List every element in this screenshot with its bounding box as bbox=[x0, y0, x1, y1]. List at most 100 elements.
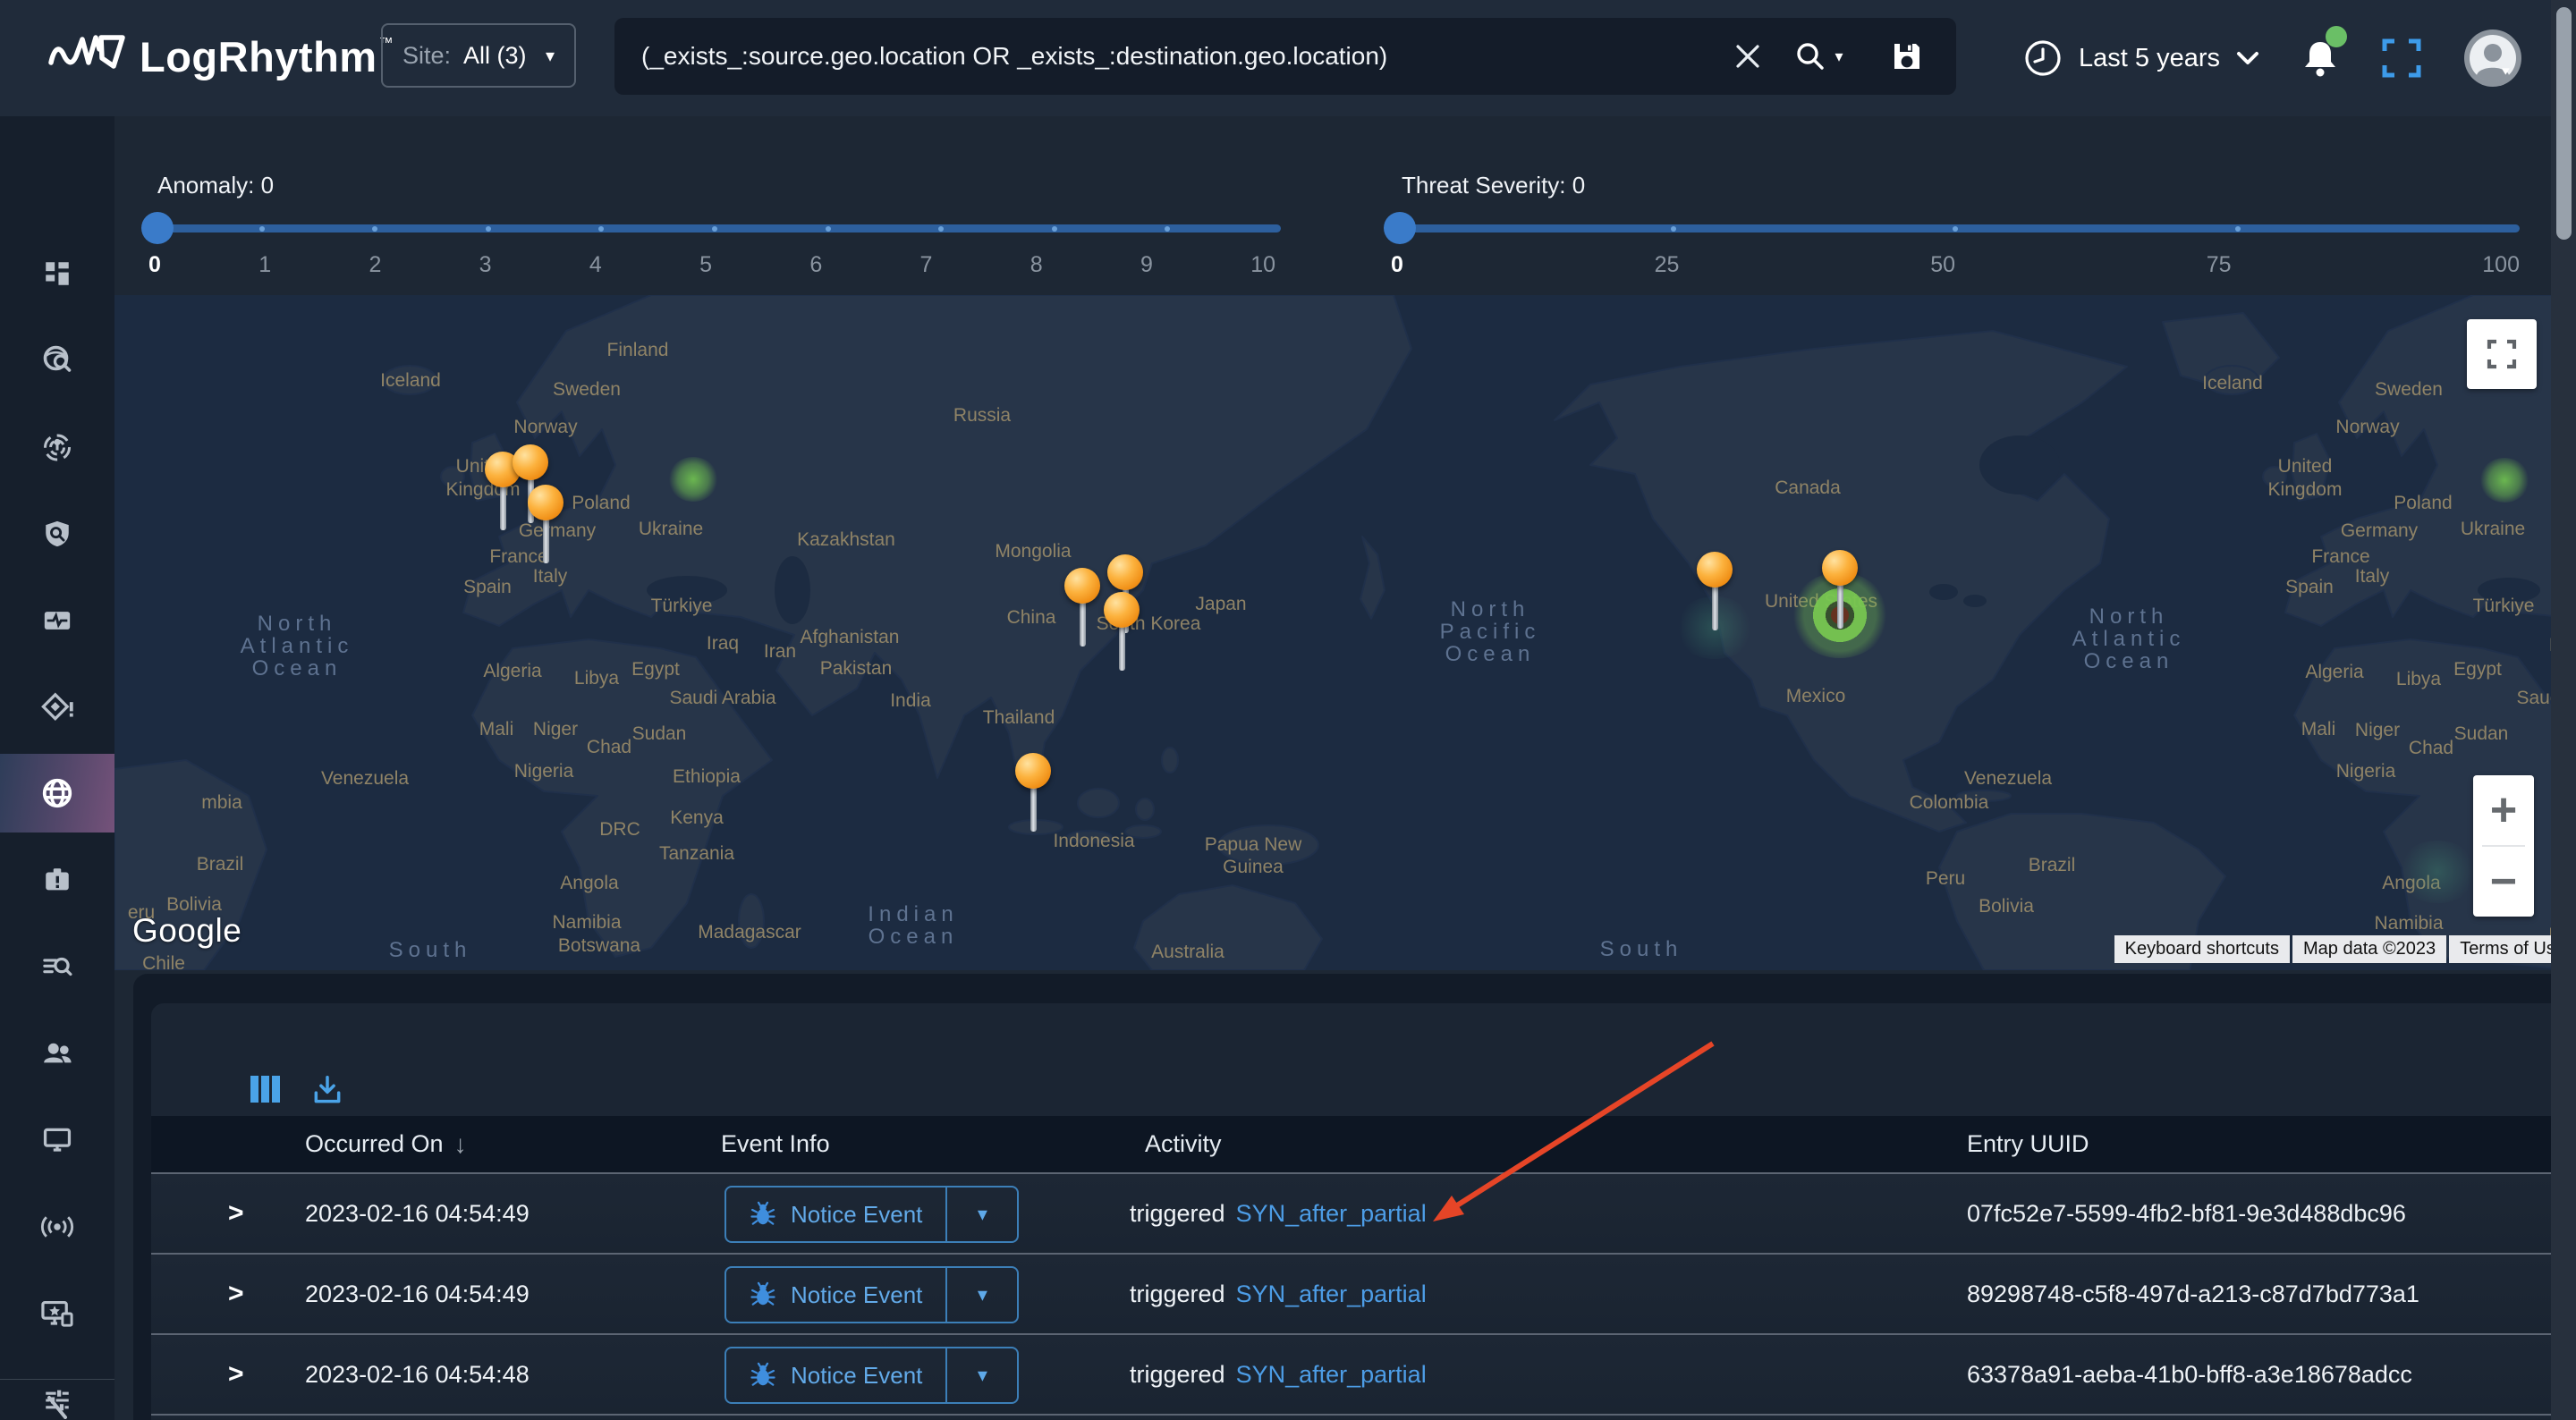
column-event-info[interactable]: Event Info bbox=[721, 1116, 830, 1172]
sidebar-item-log-search[interactable] bbox=[0, 927, 114, 1006]
logrhythm-logo: LogRhythm ™ bbox=[47, 27, 394, 88]
entry-uuid-value: 89298748-c5f8-497d-a213-c87d7bd773a1 bbox=[1967, 1255, 2419, 1333]
slider-tick-dot bbox=[1165, 226, 1170, 232]
sidebar-item-dashboards[interactable] bbox=[0, 234, 114, 313]
sidebar-item-threat-search[interactable] bbox=[0, 320, 114, 399]
pulse-card-icon bbox=[41, 605, 73, 636]
time-range-value: Last 5 years bbox=[2079, 44, 2220, 73]
case-alert-icon bbox=[42, 865, 72, 895]
clear-search-icon[interactable] bbox=[1716, 43, 1779, 70]
sidebar-item-health-card[interactable] bbox=[0, 581, 114, 660]
keyboard-shortcuts-link[interactable]: Keyboard shortcuts bbox=[2114, 935, 2290, 963]
download-icon[interactable] bbox=[310, 1073, 344, 1107]
table-row[interactable]: > 2023-02-16 04:54:49 Notice Event ▾ tri… bbox=[151, 1172, 2551, 1253]
slider-tick-dot bbox=[486, 226, 491, 232]
column-occurred-on[interactable]: Occurred On ↓ bbox=[305, 1116, 467, 1172]
sidebar-item-geo-globe[interactable] bbox=[0, 754, 114, 833]
sidebar-item-deployment-monitor[interactable] bbox=[0, 1274, 114, 1353]
map-attribution: Keyboard shortcuts Map data ©2023 Terms … bbox=[2114, 935, 2576, 963]
notice-event-dropdown[interactable]: ▾ bbox=[945, 1268, 1017, 1322]
search-bar: ▾ bbox=[614, 18, 1956, 95]
time-range-selector[interactable]: Last 5 years bbox=[2023, 38, 2259, 78]
columns-icon[interactable] bbox=[248, 1073, 282, 1105]
slider-tick-label: 0 bbox=[148, 252, 161, 278]
slider-tick-label: 8 bbox=[1030, 252, 1043, 278]
slider-tick-dot bbox=[259, 226, 265, 232]
map-fullscreen-button[interactable] bbox=[2467, 319, 2537, 389]
table-header: Occurred On ↓ Event Info Activity Entry … bbox=[151, 1116, 2551, 1172]
occurred-on-value: 2023-02-16 04:54:48 bbox=[305, 1335, 530, 1414]
notice-event-dropdown[interactable]: ▾ bbox=[945, 1188, 1017, 1241]
activity-link[interactable]: SYN_after_partial bbox=[1236, 1281, 1427, 1308]
diamond-alert-icon bbox=[40, 691, 74, 723]
table-row[interactable]: > 2023-02-16 04:54:49 Notice Event ▾ tri… bbox=[151, 1253, 2551, 1333]
threat-slider-label: Threat Severity: 0 bbox=[1402, 172, 1585, 199]
brand-name: LogRhythm bbox=[140, 27, 377, 88]
sidebar-item-users[interactable] bbox=[0, 1013, 114, 1092]
site-value: All (3) bbox=[463, 42, 527, 70]
slider-tick-label: 25 bbox=[1655, 252, 1680, 278]
notifications-bell[interactable] bbox=[2301, 37, 2340, 80]
search-icon[interactable]: ▾ bbox=[1779, 39, 1858, 73]
activity-link[interactable]: SYN_after_partial bbox=[1236, 1200, 1427, 1228]
slider-tick-label: 1 bbox=[258, 252, 271, 278]
anomaly-slider-track[interactable] bbox=[148, 224, 1281, 232]
anomaly-slider: Anomaly: 0 012345678910 bbox=[148, 161, 1293, 286]
page-scrollbar[interactable] bbox=[2551, 0, 2576, 1420]
row-expand-chevron[interactable]: > bbox=[228, 1255, 244, 1333]
monitor-icon bbox=[41, 1124, 73, 1154]
sidebar-item-case-radar[interactable] bbox=[0, 407, 114, 486]
clock-icon bbox=[2023, 38, 2063, 78]
sort-descending-icon[interactable]: ↓ bbox=[454, 1130, 467, 1159]
zoom-in-button[interactable]: + bbox=[2473, 775, 2534, 845]
threat-slider-track[interactable] bbox=[1391, 224, 2520, 232]
threat-slider-ticks: 0255075100 bbox=[1391, 252, 2520, 278]
zoom-out-button[interactable]: − bbox=[2473, 847, 2534, 917]
slider-tick-dot bbox=[1671, 226, 1676, 232]
table-row[interactable]: > 2023-02-16 04:54:48 Notice Event ▾ tri… bbox=[151, 1333, 2551, 1414]
users-icon bbox=[40, 1037, 74, 1068]
top-bar: LogRhythm ™ Site: All (3) ▾ ▾ bbox=[0, 0, 2576, 116]
search-input[interactable] bbox=[614, 42, 1716, 71]
save-search-icon[interactable] bbox=[1858, 39, 1956, 73]
notice-event-main[interactable]: Notice Event bbox=[726, 1268, 945, 1322]
globe-icon bbox=[40, 776, 74, 810]
slider-tick-dot bbox=[1052, 226, 1057, 232]
column-entry-uuid[interactable]: Entry UUID bbox=[1967, 1116, 2089, 1172]
notification-indicator bbox=[2326, 26, 2347, 47]
slider-tick-label: 10 bbox=[1250, 252, 1275, 278]
row-expand-chevron[interactable]: > bbox=[228, 1335, 244, 1414]
slider-tick-dot bbox=[826, 226, 831, 232]
slider-tick-label: 3 bbox=[479, 252, 492, 278]
threat-slider-thumb[interactable] bbox=[1384, 212, 1416, 244]
column-activity[interactable]: Activity bbox=[1145, 1116, 1222, 1172]
sidebar-item-case-management[interactable] bbox=[0, 841, 114, 919]
notice-event-button: Notice Event ▾ bbox=[724, 1186, 1019, 1243]
notice-event-dropdown[interactable]: ▾ bbox=[945, 1348, 1017, 1402]
search-options-caret[interactable]: ▾ bbox=[1835, 47, 1843, 66]
slider-tick-dot bbox=[2235, 226, 2241, 232]
anomaly-slider-label: Anomaly: 0 bbox=[157, 172, 274, 199]
sidebar-item-alarm-diamond[interactable] bbox=[0, 668, 114, 747]
site-selector[interactable]: Site: All (3) ▾ bbox=[381, 23, 576, 88]
notice-event-main[interactable]: Notice Event bbox=[726, 1348, 945, 1402]
sidebar-item-network-broadcast[interactable] bbox=[0, 1188, 114, 1266]
geo-map[interactable]: IcelandFinlandSwedenNorwayRussiaUnitedKi… bbox=[114, 295, 2576, 970]
sidebar-item-monitors[interactable] bbox=[0, 1100, 114, 1179]
fullscreen-icon[interactable] bbox=[2381, 38, 2422, 79]
sidebar-item-more[interactable] bbox=[0, 1395, 114, 1420]
notice-event-main[interactable]: Notice Event bbox=[726, 1188, 945, 1241]
events-table-card: Occurred On ↓ Event Info Activity Entry … bbox=[151, 1003, 2551, 1420]
anomaly-slider-thumb[interactable] bbox=[141, 212, 174, 244]
threat-severity-slider: Threat Severity: 0 0255075100 bbox=[1391, 161, 2527, 286]
sidebar-nav bbox=[0, 116, 114, 1420]
monitor-star-icon bbox=[40, 1297, 74, 1330]
app-root: LogRhythm ™ Site: All (3) ▾ ▾ bbox=[0, 0, 2576, 1420]
activity-link[interactable]: SYN_after_partial bbox=[1236, 1361, 1427, 1389]
occurred-on-value: 2023-02-16 04:54:49 bbox=[305, 1255, 530, 1333]
sidebar-item-shield-analyze[interactable] bbox=[0, 494, 114, 573]
user-avatar[interactable] bbox=[2463, 29, 2522, 88]
scrollbar-thumb[interactable] bbox=[2556, 7, 2572, 240]
row-expand-chevron[interactable]: > bbox=[228, 1174, 244, 1253]
map-data-label: Map data ©2023 bbox=[2292, 935, 2446, 963]
